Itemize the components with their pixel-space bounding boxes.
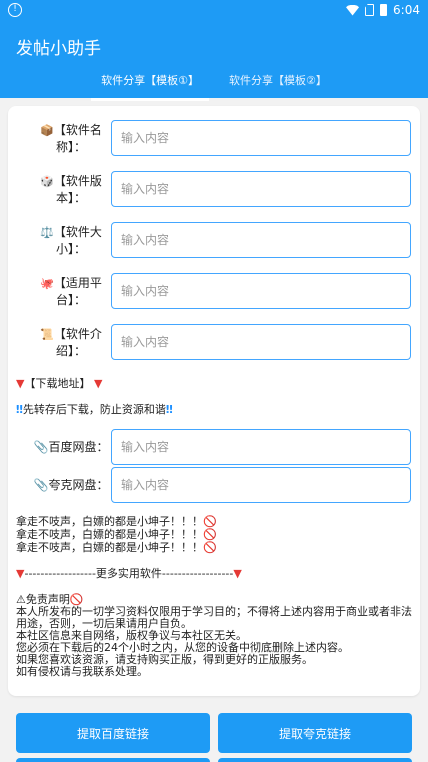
quark-link-input[interactable]: [111, 467, 411, 503]
disclaimer-line: 如有侵权请与我联系处理。: [16, 665, 148, 678]
paperclip-icon: 📎: [33, 478, 49, 492]
link-row-baidu: 📎百度网盘：: [8, 429, 420, 465]
warning-line: 拿走不吱声，白嫖的都是小坤子！！！🚫: [16, 528, 217, 541]
octopus-icon: 🐙: [40, 277, 54, 290]
scale-icon: ⚖️: [40, 226, 54, 239]
software-version-input[interactable]: [111, 171, 411, 207]
form-card: 📦【软件名称】： 🎲【软件版本】： ⚖️【软件大小】： 🐙【适用平台】： 📜【软…: [8, 106, 420, 696]
disclaimer-line: 本人所发布的一切学习资料仅限用于学习目的；不得将上述内容用于商业或者非法用途，否…: [16, 605, 412, 630]
more-software-divider: ▼------------------更多实用软件---------------…: [16, 567, 242, 580]
status-bar: ! 6:04: [0, 0, 428, 22]
tab-template-2[interactable]: 软件分享【模板②】: [219, 68, 337, 98]
prohibited-icon: 🚫: [203, 528, 217, 541]
field-row-intro: 📜【软件介绍】：: [8, 324, 420, 360]
double-exclamation-icon: ‼: [165, 403, 173, 416]
field-label-name: 📦【软件名称】：: [40, 123, 102, 154]
bottom-button-partial[interactable]: [218, 758, 412, 762]
field-label-version: 🎲【软件版本】：: [40, 174, 102, 205]
disclaimer: ⚠免责声明🚫 本人所发布的一切学习资料仅限用于学习目的；不得将上述内容用于商业或…: [16, 594, 416, 678]
red-triangle-icon: ▼: [233, 567, 242, 580]
prohibited-icon: 🚫: [203, 515, 217, 528]
bottom-button-partial[interactable]: [16, 758, 210, 762]
software-size-input[interactable]: [111, 222, 411, 258]
field-label-intro: 📜【软件介绍】：: [40, 327, 102, 358]
paperclip-icon: 📎: [33, 440, 49, 454]
sim-icon: [365, 4, 375, 16]
warning-line: 拿走不吱声，白嫖的都是小坤子！！！🚫: [16, 541, 217, 554]
battery-icon: [380, 4, 388, 16]
scroll-icon: 📜: [40, 328, 54, 341]
app-bar: 发帖小助手 软件分享【模板①】 软件分享【模板②】: [0, 22, 428, 101]
extract-baidu-link-button[interactable]: 提取百度链接: [16, 713, 210, 753]
download-heading: ▼【下载地址】 ▼: [16, 377, 103, 390]
double-exclamation-icon: ‼: [16, 403, 23, 416]
field-row-size: ⚖️【软件大小】：: [8, 222, 420, 258]
link-row-quark: 📎夸克网盘：: [8, 467, 420, 503]
red-triangle-icon: ▼: [93, 377, 103, 390]
prohibited-icon: 🚫: [203, 541, 217, 554]
baidu-link-input[interactable]: [111, 429, 411, 465]
app-title: 发帖小助手: [16, 39, 101, 59]
field-label-platform: 🐙【适用平台】：: [40, 276, 102, 307]
software-intro-input[interactable]: [111, 324, 411, 360]
wifi-icon: [346, 4, 360, 16]
field-label-size: ⚖️【软件大小】：: [40, 225, 102, 256]
tab-template-1[interactable]: 软件分享【模板①】: [91, 68, 209, 101]
notification-icon: !: [8, 3, 22, 17]
status-icons: 6:04: [346, 3, 420, 17]
status-time: 6:04: [393, 3, 420, 17]
field-row-version: 🎲【软件版本】：: [8, 171, 420, 207]
software-name-input[interactable]: [111, 120, 411, 156]
platform-input[interactable]: [111, 273, 411, 309]
download-note: ‼先转存后下载，防止资源和谐‼: [16, 403, 173, 416]
package-icon: 📦: [40, 124, 54, 137]
dice-icon: 🎲: [40, 175, 54, 188]
field-row-platform: 🐙【适用平台】：: [8, 273, 420, 309]
extract-quark-link-button[interactable]: 提取夸克链接: [218, 713, 412, 753]
link-label-baidu: 📎百度网盘：: [33, 440, 109, 454]
tab-bar: 软件分享【模板①】 软件分享【模板②】: [0, 68, 428, 101]
field-row-name: 📦【软件名称】：: [8, 120, 420, 156]
warning-line: 拿走不吱声，白嫖的都是小坤子！！！🚫: [16, 515, 217, 528]
link-label-quark: 📎夸克网盘：: [33, 478, 109, 492]
